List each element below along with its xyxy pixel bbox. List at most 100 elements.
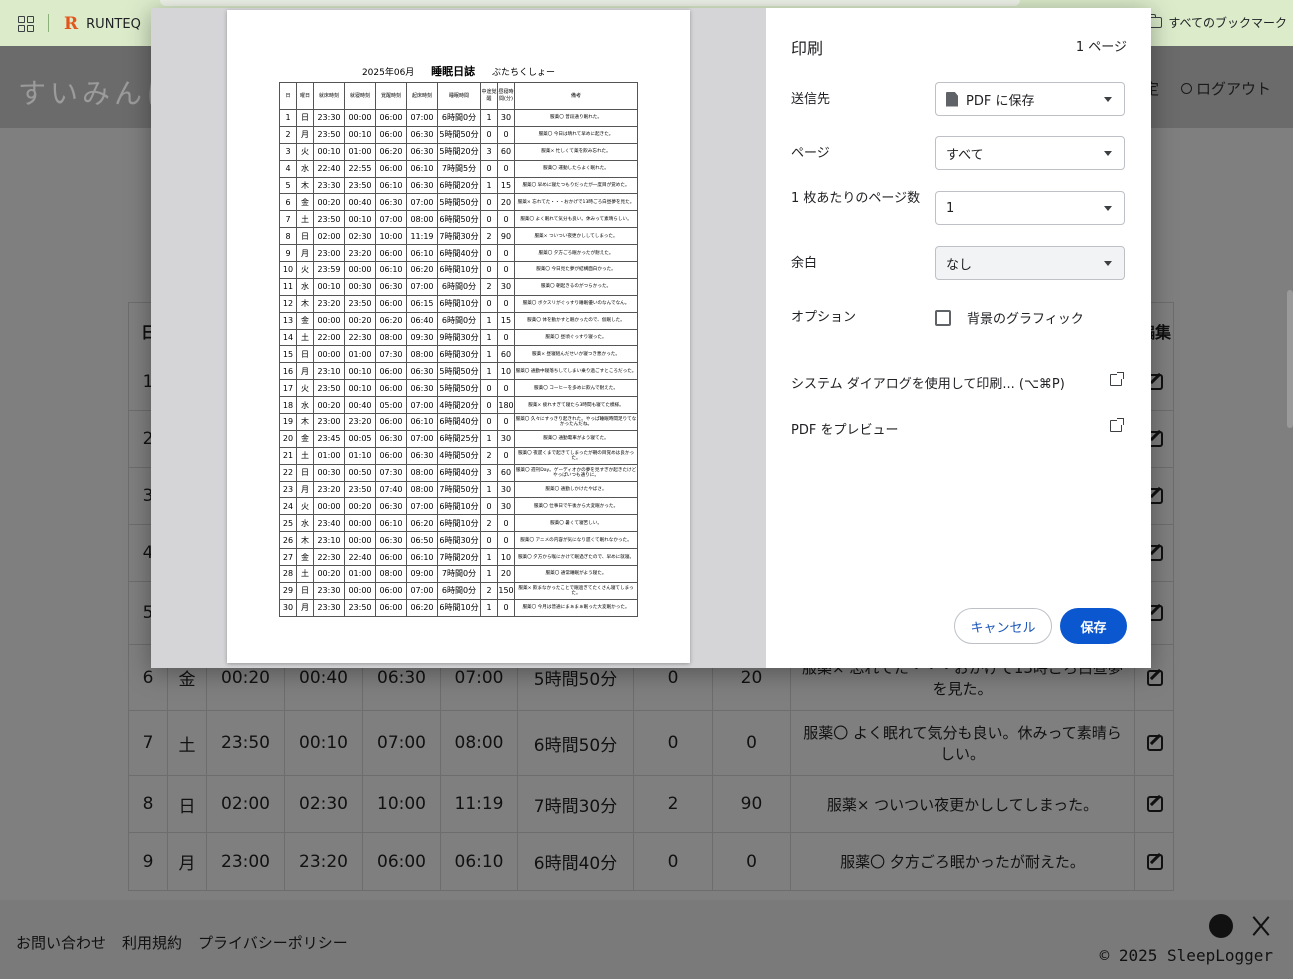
doc-cell: 1	[480, 565, 498, 583]
diary-cell: 0	[713, 833, 791, 890]
doc-cell: 06:20	[406, 514, 438, 533]
doc-cell: 06:30	[406, 362, 438, 381]
doc-cell: 日	[296, 109, 314, 127]
edit-icon[interactable]	[1147, 796, 1163, 812]
doc-cell: 22:30	[313, 548, 345, 567]
doc-cell: 00:00	[344, 261, 376, 279]
doc-cell: 07:00	[406, 277, 438, 296]
doc-cell: 1	[480, 345, 498, 364]
nav-logout[interactable]: ログアウト	[1181, 78, 1271, 99]
doc-cell: 服薬〇 体を動かすと眠かったので、仮眠した。	[514, 311, 638, 330]
doc-cell: 00:20	[344, 497, 376, 516]
doc-cell: 日	[296, 345, 314, 364]
doc-cell: 08:00	[406, 463, 438, 482]
doc-cell: 06:30	[406, 125, 438, 144]
diary-edit-cell	[1135, 776, 1175, 832]
doc-row: 27 金 22:30 22:40 06:00 06:10 7時間20分 1 10 服薬〇 夕方から…	[279, 548, 638, 567]
doc-col-header: 睡眠時間	[437, 82, 481, 110]
doc-cell: 木	[296, 294, 314, 313]
pdf-file-icon	[946, 91, 958, 107]
doc-cell: 23	[279, 480, 297, 499]
margins-select[interactable]: なし	[935, 246, 1125, 280]
diary-cell: 8	[129, 776, 168, 832]
footer-terms-link[interactable]: 利用規約	[122, 932, 182, 953]
x-icon[interactable]	[1249, 914, 1273, 938]
doc-cell: 30	[497, 497, 515, 516]
save-button[interactable]: 保存	[1060, 608, 1127, 644]
doc-cell: 21	[279, 446, 297, 465]
doc-cell: 6時間50分	[437, 210, 481, 229]
doc-cell: 6時間10分	[437, 514, 481, 533]
open-external-icon	[1110, 372, 1124, 386]
doc-cell: 0	[480, 193, 498, 212]
doc-cell: 25	[279, 514, 297, 533]
per-sheet-select[interactable]: 1	[935, 191, 1125, 225]
footer-privacy-link[interactable]: プライバシーポリシー	[198, 932, 348, 953]
doc-cell: 4時間20分	[437, 396, 481, 415]
doc-row: 16 月 23:10 00:10 06:00 06:30 5時間50分 1 10 服薬〇 通勤中寝…	[279, 362, 638, 381]
diary-cell: 0	[713, 711, 791, 775]
doc-cell: 09:30	[406, 328, 438, 347]
doc-cell: 1	[480, 480, 498, 499]
doc-cell: 7時間5分	[437, 159, 481, 178]
doc-cell: 16	[279, 362, 297, 381]
doc-cell: 00:00	[344, 531, 376, 550]
doc-cell: 0	[497, 328, 515, 347]
background-graphics-label[interactable]: 背景のグラフィック	[967, 308, 1084, 327]
doc-cell: 06:00	[375, 294, 407, 313]
diary-cell: 00:10	[285, 711, 363, 775]
doc-cell: 0	[480, 379, 498, 398]
doc-cell: 23:40	[313, 514, 345, 533]
system-dialog-label: システム ダイアログを使用して印刷... (⌥⌘P)	[791, 377, 1065, 392]
doc-col-header: 就床時刻	[313, 82, 345, 110]
doc-cell: 150	[497, 581, 515, 600]
doc-cell: 19	[279, 413, 297, 431]
scrollbar[interactable]	[1287, 290, 1293, 428]
bookmark-separator	[48, 14, 49, 32]
page-count: 1 ページ	[1075, 40, 1127, 55]
doc-col-header: 昼寝時間(分)	[497, 82, 515, 110]
pdf-preview-link[interactable]: PDF をプレビュー	[791, 418, 1126, 438]
doc-row: 29 日 23:30 00:00 06:00 07:00 6時間0分 2 150 服薬× 飲まなか…	[279, 581, 638, 600]
doc-cell: 1	[480, 176, 498, 195]
doc-row: 24 火 00:00 00:20 06:30 07:00 6時間10分 0 30 服薬〇 仕事日で…	[279, 497, 638, 516]
doc-cell: 30	[497, 429, 515, 448]
diary-cell: 月	[168, 833, 207, 890]
edit-icon[interactable]	[1147, 669, 1163, 686]
doc-cell: 60	[497, 463, 515, 482]
background-graphics-checkbox[interactable]	[935, 310, 951, 326]
diary-cell: 02:00	[207, 776, 285, 832]
doc-cell: 01:00	[344, 345, 376, 364]
doc-cell: 06:00	[375, 159, 407, 178]
doc-cell: 0	[497, 261, 515, 279]
doc-row: 25 水 23:40 00:00 06:10 06:20 6時間10分 2 0 服薬〇 暑くて寝苦…	[279, 514, 638, 533]
doc-cell: 土	[296, 446, 314, 465]
all-bookmarks-button[interactable]: すべてのブックマーク	[1147, 14, 1287, 31]
footer-contact-link[interactable]: お問い合わせ	[16, 932, 106, 953]
doc-cell: 06:00	[375, 581, 407, 600]
doc-cell: 22:40	[344, 548, 376, 567]
apps-grid-icon[interactable]	[18, 16, 34, 32]
doc-cell: 3	[480, 142, 498, 161]
doc-cell: 00:10	[344, 379, 376, 398]
doc-cell: 22:55	[344, 159, 376, 178]
github-icon[interactable]	[1209, 914, 1233, 938]
cancel-button[interactable]: キャンセル	[954, 608, 1052, 644]
edit-icon[interactable]	[1147, 853, 1163, 870]
doc-cell: 服薬〇 コーヒーを多めに飲んで耐えた。	[514, 379, 638, 398]
doc-cell: 01:00	[313, 446, 345, 465]
bookmark-runteq[interactable]: R RUNTEQ	[64, 14, 141, 34]
doc-cell: 0	[497, 446, 515, 465]
system-dialog-link[interactable]: システム ダイアログを使用して印刷... (⌥⌘P)	[791, 372, 1126, 392]
pages-select[interactable]: すべて	[935, 136, 1125, 170]
destination-select[interactable]: PDF に保存	[935, 82, 1125, 116]
diary-cell: 9	[129, 833, 168, 890]
doc-cell: 0	[480, 396, 498, 415]
doc-cell: 60	[497, 142, 515, 161]
diary-cell: 2	[634, 776, 713, 832]
doc-cell: 30	[497, 480, 515, 499]
doc-cell: 5時間50分	[437, 379, 481, 398]
margins-label: 余白	[791, 256, 818, 271]
edit-icon[interactable]	[1147, 735, 1163, 751]
doc-cell: 火	[296, 261, 314, 279]
